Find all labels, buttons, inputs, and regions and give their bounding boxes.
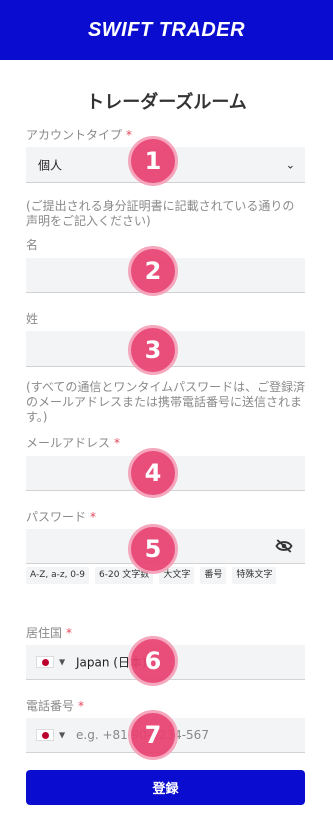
required-marker: * bbox=[126, 128, 133, 142]
step-badge-2: 2 bbox=[128, 246, 178, 296]
email-label-text: メールアドレス bbox=[26, 436, 111, 450]
account-type-value: 個人 bbox=[38, 158, 63, 172]
step-badge-6: 6 bbox=[128, 636, 178, 686]
password-hint: 特殊文字 bbox=[232, 567, 277, 584]
step-badge-3: 3 bbox=[128, 325, 178, 375]
swift-trader-logo[interactable]: SWIFT TRADER bbox=[88, 19, 245, 42]
password-hint: 番号 bbox=[200, 567, 227, 584]
password-hint: A-Z, a-z, 0-9 bbox=[26, 567, 90, 584]
eye-off-icon[interactable] bbox=[275, 539, 293, 553]
page-title: トレーダーズルーム bbox=[86, 92, 247, 113]
email-label: メールアドレス * bbox=[26, 434, 120, 451]
last-name-label: 姓 bbox=[26, 312, 39, 326]
step-badge-7: 7 bbox=[128, 710, 178, 760]
contact-note: (すべての通信とワンタイムパスワードは、ご登録済のメールアドレスまたは携帯電話番… bbox=[26, 380, 306, 424]
japan-flag-icon bbox=[36, 656, 54, 668]
caret-down-icon: ▼ bbox=[59, 657, 66, 667]
country-label: 居住国 * bbox=[26, 624, 72, 641]
phone-label-text: 電話番号 bbox=[26, 699, 75, 713]
password-label: パスワード * bbox=[26, 508, 96, 525]
account-type-label-text: アカウントタイプ bbox=[26, 128, 123, 142]
step-badge-1: 1 bbox=[128, 136, 178, 186]
step-badge-5: 5 bbox=[128, 524, 178, 574]
required-marker: * bbox=[90, 510, 97, 524]
first-name-label: 名 bbox=[26, 238, 39, 252]
password-label-text: パスワード bbox=[26, 510, 87, 524]
name-note: (ご提出される身分証明書に記載されている通りの声明をご記入ください) bbox=[26, 199, 295, 228]
required-marker: * bbox=[66, 626, 73, 640]
step-badge-4: 4 bbox=[128, 448, 178, 498]
japan-flag-icon[interactable] bbox=[36, 729, 54, 741]
register-button[interactable]: 登録 bbox=[26, 770, 305, 805]
required-marker: * bbox=[114, 436, 121, 450]
caret-down-icon[interactable]: ▼ bbox=[59, 731, 65, 740]
chevron-down-icon: ⌄ bbox=[285, 158, 295, 171]
required-marker: * bbox=[78, 699, 85, 713]
app-header: SWIFT TRADER bbox=[0, 0, 333, 60]
account-type-label: アカウントタイプ * bbox=[26, 126, 132, 143]
country-label-text: 居住国 bbox=[26, 626, 63, 640]
phone-label: 電話番号 * bbox=[26, 697, 84, 714]
